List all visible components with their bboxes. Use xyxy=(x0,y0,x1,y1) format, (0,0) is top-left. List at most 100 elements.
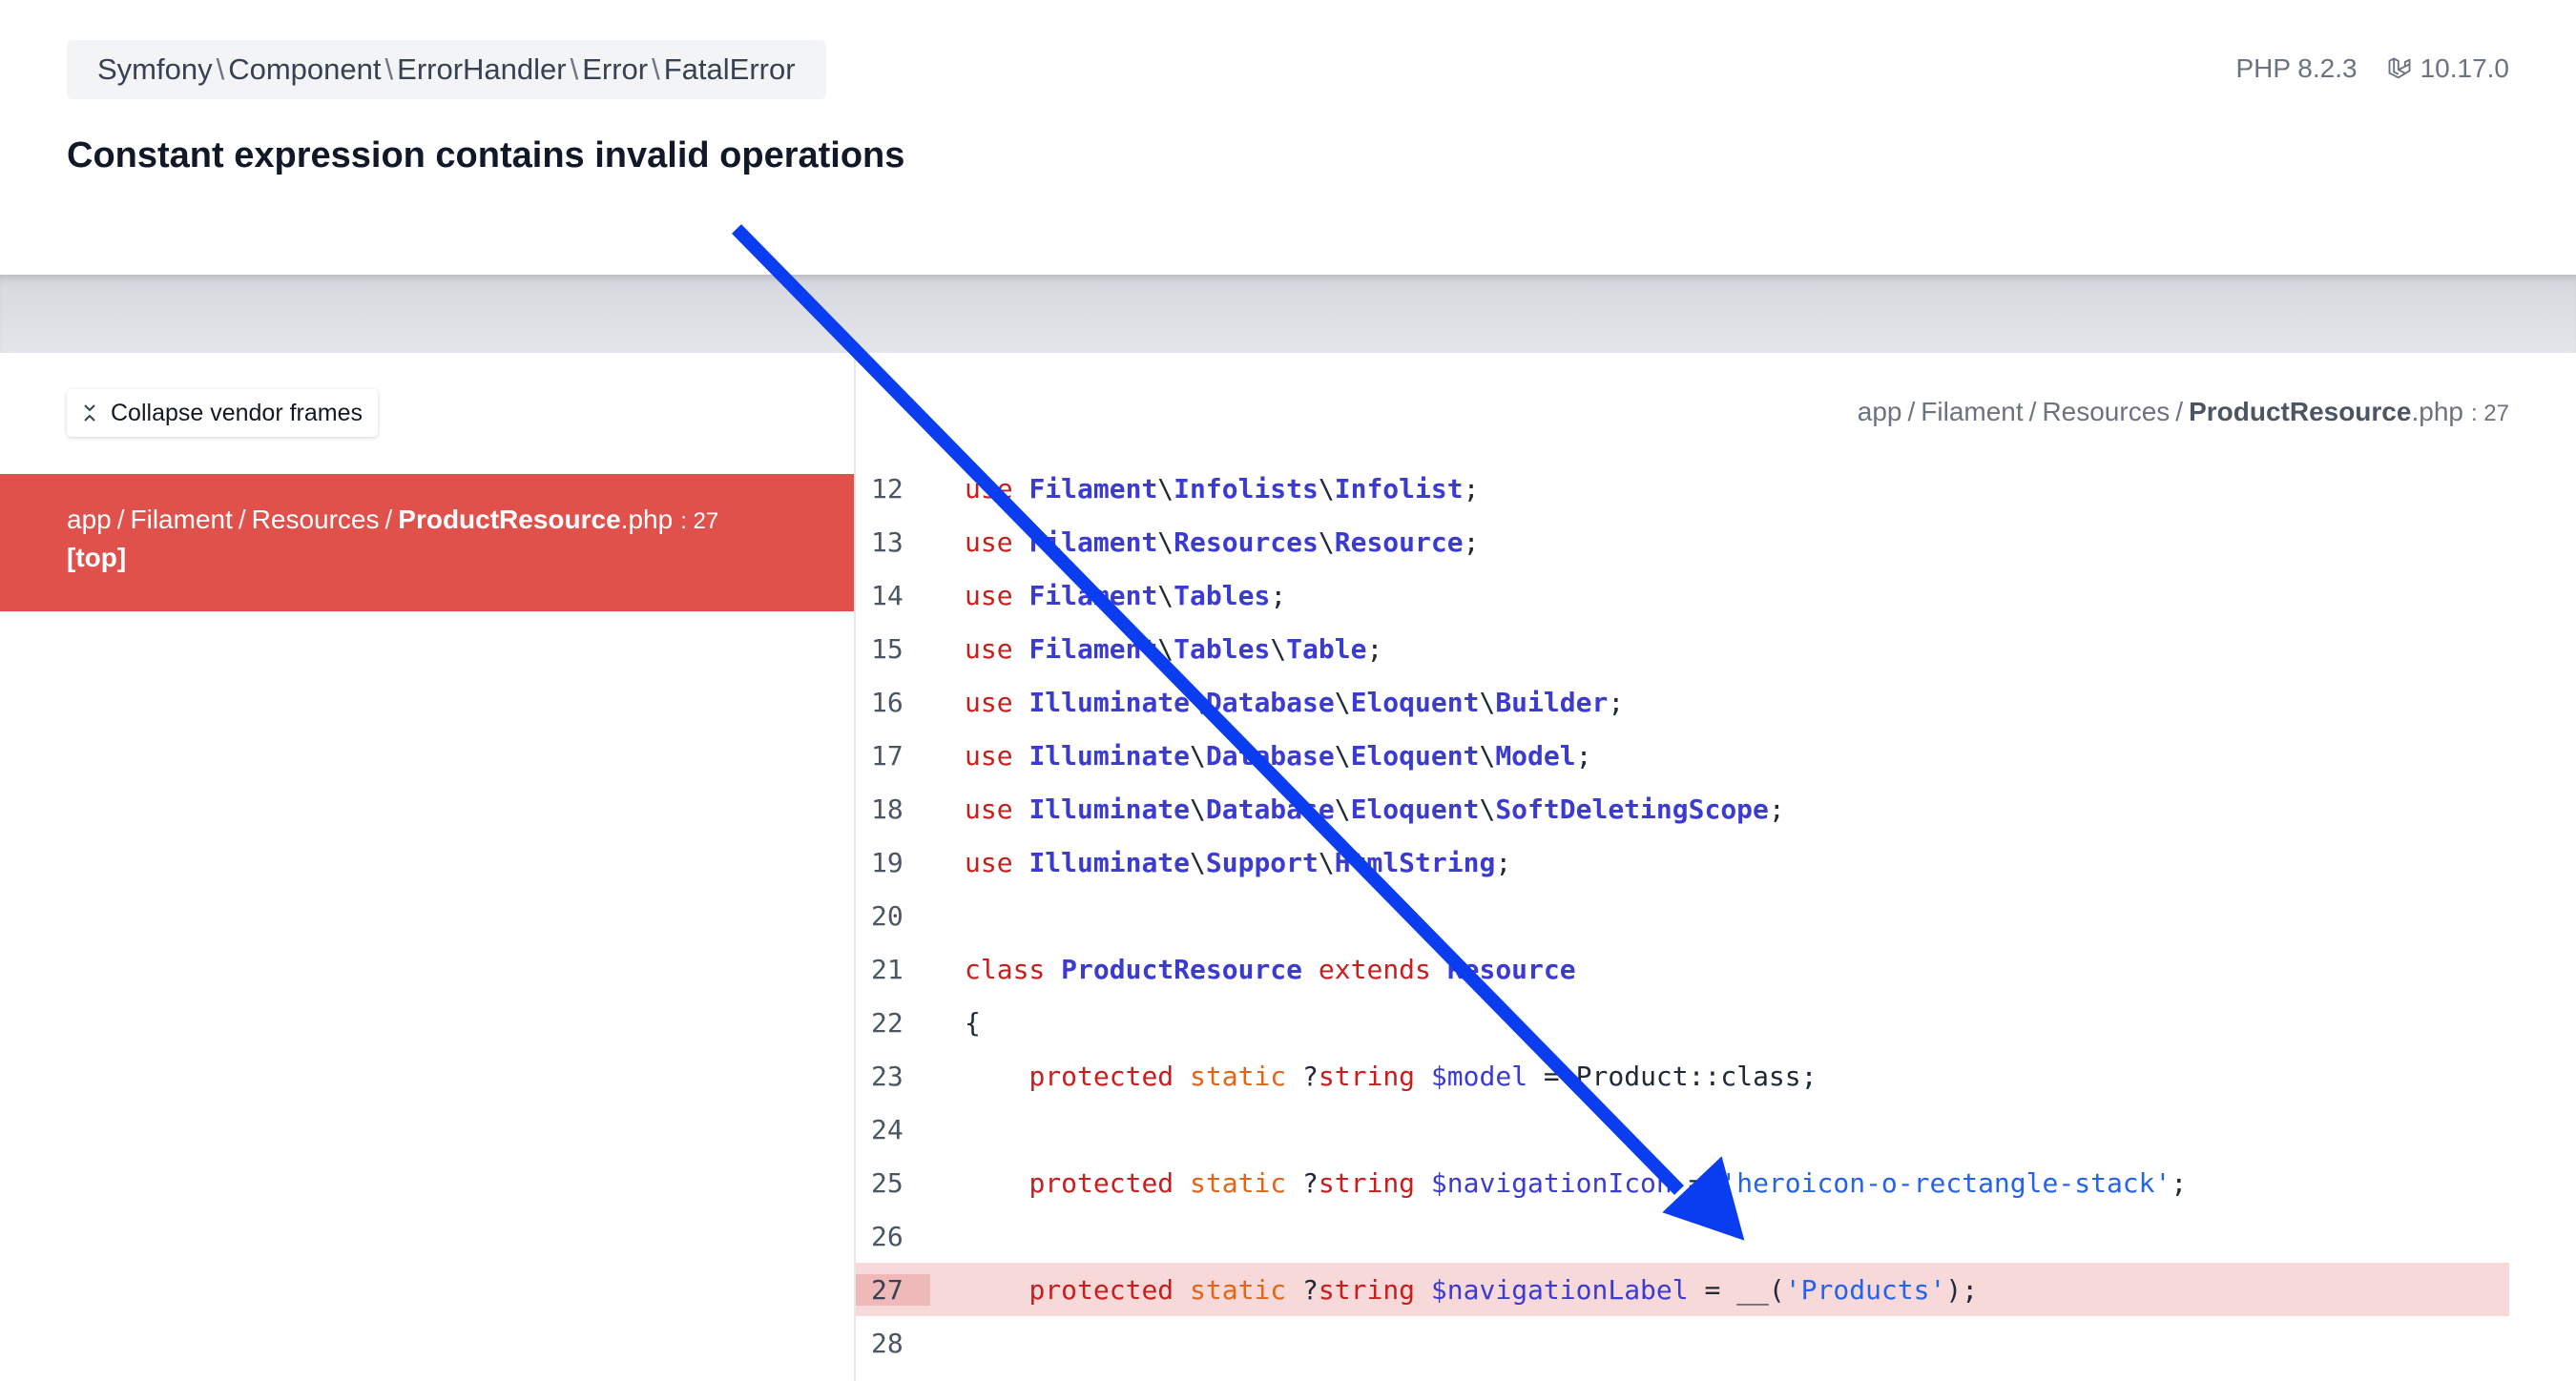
path-segment: Resources xyxy=(2042,397,2171,426)
code-file-path: app / Filament / Resources / ProductResource.p… xyxy=(1858,397,2509,427)
code-line: 16 use Illuminate\Database\Eloquent\Build… xyxy=(856,675,2509,729)
code-token: \ xyxy=(1318,846,1335,878)
code-token: extends xyxy=(1302,953,1447,985)
code-token: use xyxy=(965,846,1029,878)
code-token: protected xyxy=(1028,1166,1191,1199)
file-extension: .php xyxy=(2411,397,2463,426)
code-line: 17 use Illuminate\Database\Eloquent\Model… xyxy=(856,729,2509,782)
code-token: Builder xyxy=(1495,686,1609,718)
version-info: PHP 8.2.3 10.17.0 xyxy=(2235,53,2509,84)
code-token: string xyxy=(1318,1166,1431,1199)
code-token: \ xyxy=(1190,739,1206,772)
code-token: Resource xyxy=(1446,953,1576,985)
code-token: ? xyxy=(1302,1060,1319,1092)
code-token: use xyxy=(965,472,1029,505)
code-token: Filament xyxy=(1028,526,1158,558)
code-line: 22 { xyxy=(856,996,2509,1049)
code-token: Filament xyxy=(1028,472,1158,505)
stack-frames-panel: Collapse vendor frames app / Filament / Reso… xyxy=(0,353,856,1381)
code-token: SoftDeletingScope xyxy=(1495,793,1769,825)
code-token: Database xyxy=(1205,686,1335,718)
code-token: \ xyxy=(1334,739,1351,772)
code-line: 20 xyxy=(856,889,2509,942)
line-number: : 27 xyxy=(2470,401,2509,426)
code-token: \ xyxy=(1479,793,1496,825)
line-number: 14 xyxy=(871,579,904,611)
code-token: Infolist xyxy=(1334,472,1464,505)
namespace-separator: \ xyxy=(652,52,660,86)
code-token: string xyxy=(1318,1273,1431,1306)
line-number: 21 xyxy=(871,953,904,985)
code-token: ; xyxy=(1463,472,1480,505)
code-token: Illuminate xyxy=(1028,793,1191,825)
code-token: Resources xyxy=(1174,526,1319,558)
code-token: use xyxy=(965,793,1029,825)
code-token: = xyxy=(1672,1166,1721,1199)
line-number: 19 xyxy=(871,846,904,878)
code-text: use Filament\Tables\Table; xyxy=(930,633,1382,665)
line-number: 13 xyxy=(871,526,904,558)
path-separator: / xyxy=(2175,397,2184,426)
code-token: \ xyxy=(1190,846,1206,878)
code-token: ; xyxy=(1768,793,1785,825)
code-token: class xyxy=(965,953,1062,985)
code-token: ; xyxy=(1270,579,1287,611)
code-token: protected xyxy=(1028,1060,1191,1092)
line-number: 28 xyxy=(871,1327,904,1359)
code-token: = Product::class; xyxy=(1527,1060,1818,1092)
code-token: Illuminate xyxy=(1028,846,1191,878)
code-token: use xyxy=(965,526,1029,558)
code-token: Eloquent xyxy=(1350,793,1480,825)
path-segment: Resources xyxy=(251,505,380,534)
code-line: 18 use Illuminate\Database\Eloquent\SoftD… xyxy=(856,782,2509,835)
path-separator: / xyxy=(384,505,393,534)
code-line: 21 class ProductResource extends Resource xyxy=(856,942,2509,996)
code-token: \ xyxy=(1270,632,1287,665)
stack-frame-active[interactable]: app / Filament / Resources / ProductResource.p… xyxy=(0,474,854,611)
line-number: : 27 xyxy=(680,508,719,534)
code-snippet-panel: app / Filament / Resources / ProductResource.p… xyxy=(856,353,2576,1381)
code-token: Filament xyxy=(1028,632,1158,665)
line-number: 26 xyxy=(871,1220,904,1252)
code-token: Eloquent xyxy=(1350,739,1480,772)
namespace-separator: \ xyxy=(216,52,225,86)
code-token: \ xyxy=(1318,526,1335,558)
code-viewer: 12 use Filament\Infolists\Infolist; 13 use … xyxy=(856,462,2509,1370)
code-token: ; xyxy=(1575,739,1592,772)
namespace-part: ErrorHandler xyxy=(397,52,567,86)
code-text: use Illuminate\Database\Eloquent\SoftDel… xyxy=(930,794,1785,825)
laravel-version: 10.17.0 xyxy=(2386,53,2509,84)
file-extension: .php xyxy=(620,505,674,534)
path-segment: Filament xyxy=(1921,397,2024,426)
line-number: 20 xyxy=(871,899,904,932)
namespace-part: Component xyxy=(228,52,382,86)
code-token: ; xyxy=(1463,526,1480,558)
code-text: { xyxy=(930,1007,981,1039)
code-token: Filament xyxy=(1028,579,1158,611)
frame-file-path: app / Filament / Resources / ProductResource.p… xyxy=(67,505,718,535)
code-token: Database xyxy=(1205,739,1335,772)
code-line: 14 use Filament\Tables; xyxy=(856,568,2509,622)
path-separator: / xyxy=(2028,397,2037,426)
code-token: Illuminate xyxy=(1028,686,1191,718)
code-token: static xyxy=(1190,1166,1303,1199)
php-version: PHP 8.2.3 xyxy=(2235,53,2358,83)
code-text: protected static ?string $navigationIcon… xyxy=(930,1167,2187,1199)
line-number: 27 xyxy=(856,1273,930,1306)
code-line: 15 use Filament\Tables\Table; xyxy=(856,622,2509,675)
code-line: 12 use Filament\Infolists\Infolist; xyxy=(856,462,2509,515)
code-line: 23 protected static ?string $model = Pro… xyxy=(856,1049,2509,1103)
code-token: Illuminate xyxy=(1028,739,1191,772)
code-token: \ xyxy=(1190,686,1206,718)
namespace-part: Symfony xyxy=(97,52,213,86)
collapse-vendor-frames-button[interactable]: Collapse vendor frames xyxy=(67,389,379,437)
code-text: protected static ?string $navigationLabe… xyxy=(930,1274,1978,1306)
code-token: static xyxy=(1190,1060,1303,1092)
error-message: Constant expression contains invalid ope… xyxy=(67,135,905,175)
line-number: 12 xyxy=(871,472,904,505)
path-separator: / xyxy=(238,505,246,534)
code-token: \ xyxy=(1479,739,1496,772)
path-separator: / xyxy=(1907,397,1916,426)
